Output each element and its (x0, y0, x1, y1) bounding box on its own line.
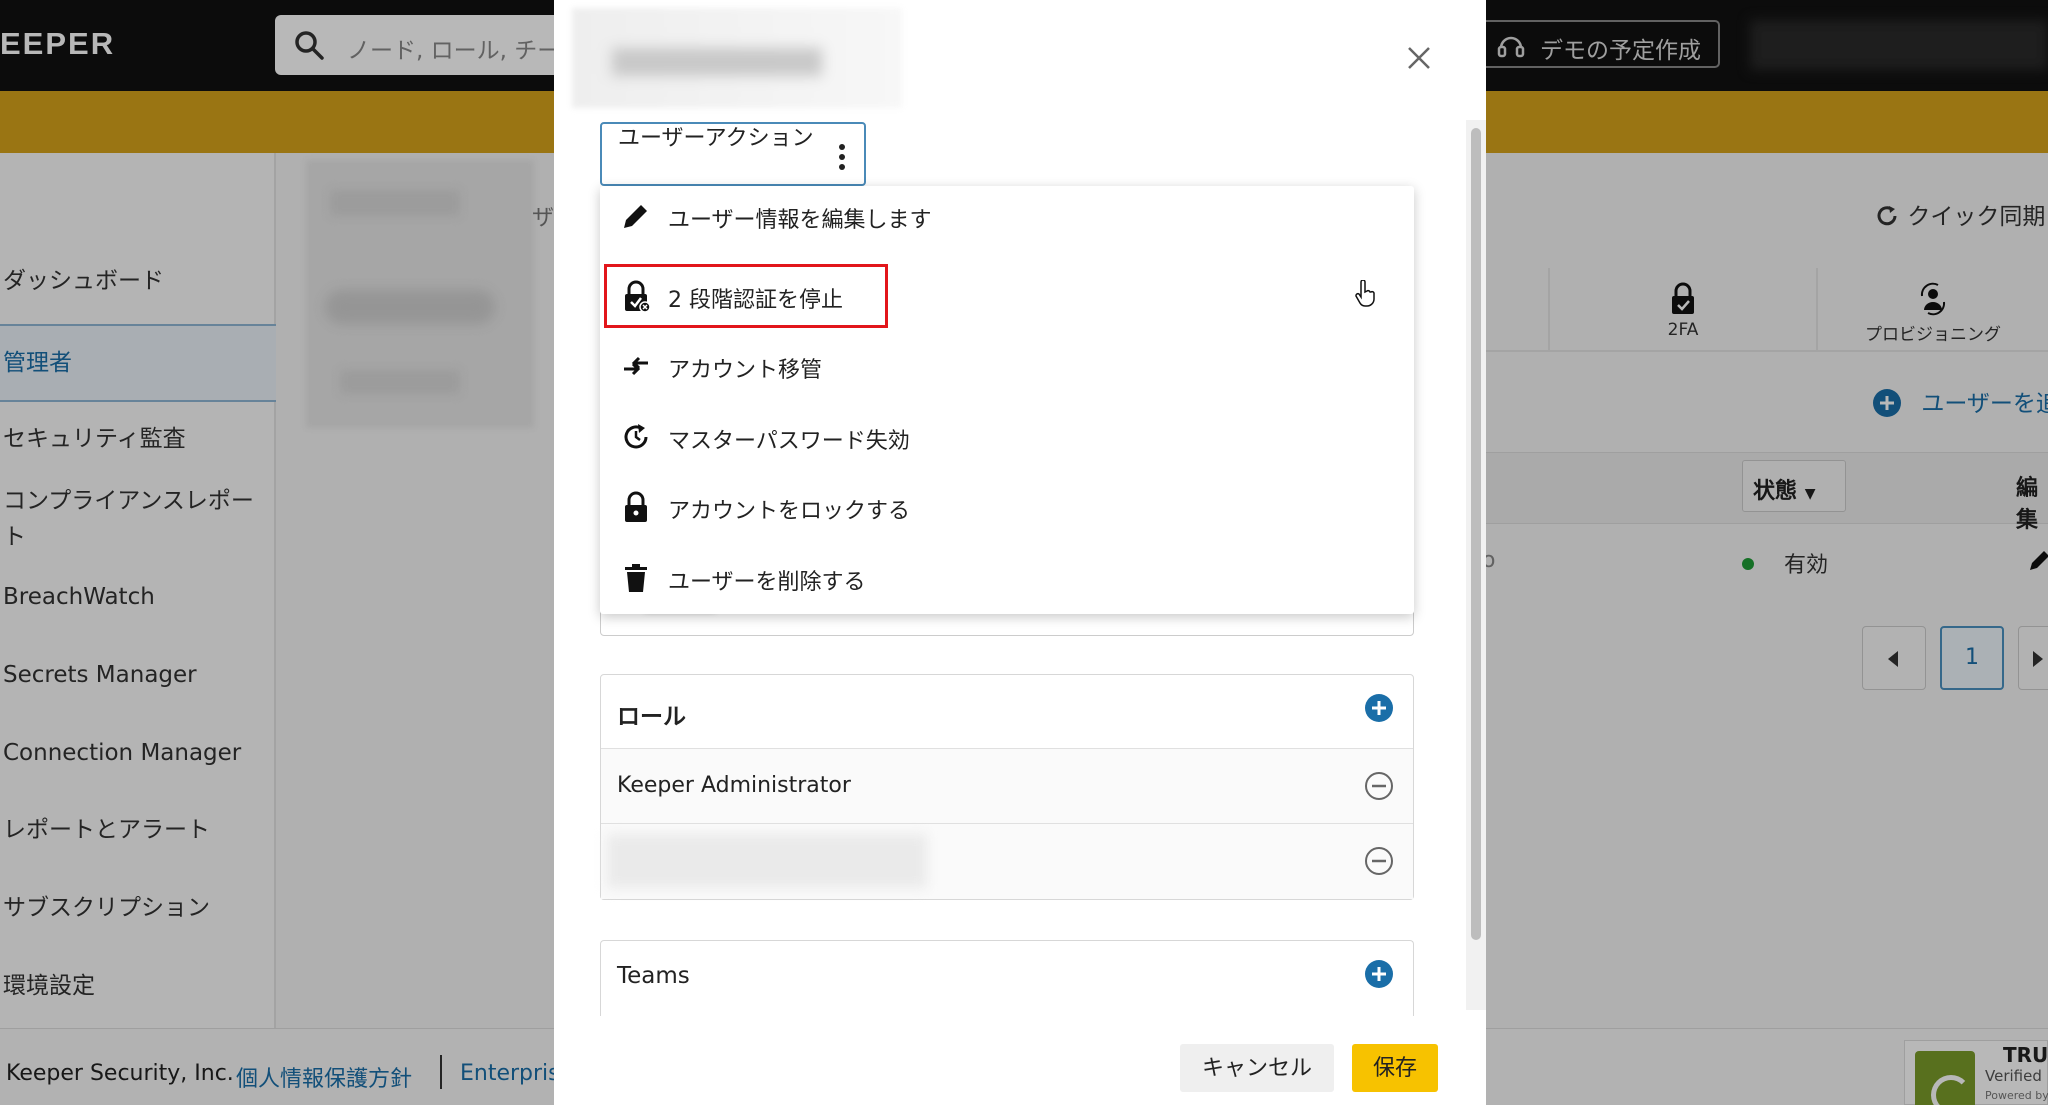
menu-item-label: アカウント移管 (668, 358, 823, 383)
highlight-box (604, 264, 888, 328)
roles-panel: ロール Keeper Administrator (600, 674, 1414, 900)
close-icon[interactable] (1401, 40, 1437, 76)
hand-cursor-icon (1355, 280, 1375, 307)
role-name: Keeper Administrator (617, 773, 851, 798)
menu-item-label: ユーザーを削除する (668, 570, 866, 595)
cancel-button[interactable]: キャンセル (1180, 1044, 1334, 1092)
user-actions-label: ユーザーアクション (618, 126, 814, 151)
menu-item-label: マスターパスワード失効 (668, 429, 910, 454)
trash-icon (625, 564, 647, 592)
menu-item-label: ユーザー情報を編集します (668, 208, 932, 233)
menu-item-account-transfer[interactable]: アカウント移管 (600, 338, 1414, 394)
teams-title: Teams (617, 963, 690, 989)
menu-item-expire-master-password[interactable]: マスターパスワード失効 (600, 409, 1414, 465)
pencil-icon (624, 205, 647, 228)
roles-title: ロール (617, 704, 686, 730)
expire-icon (624, 424, 648, 449)
modal-footer: キャンセル 保存 (554, 1016, 1486, 1105)
remove-role-icon[interactable] (1364, 771, 1394, 801)
menu-item-delete-user[interactable]: ユーザーを削除する (600, 550, 1414, 606)
save-button[interactable]: 保存 (1352, 1044, 1438, 1092)
kebab-menu-icon (839, 144, 845, 170)
role-row (601, 824, 1413, 899)
role-name-redacted (607, 834, 927, 888)
menu-item-label: アカウントをロックする (668, 499, 911, 524)
role-row: Keeper Administrator (601, 749, 1413, 824)
user-actions-button[interactable]: ユーザーアクション (600, 122, 866, 186)
menu-item-edit-user[interactable]: ユーザー情報を編集します (600, 188, 1414, 244)
lock-icon (625, 491, 647, 522)
transfer-icon (624, 356, 648, 376)
teams-panel: Teams (600, 940, 1414, 1016)
scrollbar-thumb[interactable] (1471, 128, 1481, 940)
teams-header: Teams (601, 941, 1413, 1015)
roles-header: ロール (601, 675, 1413, 749)
remove-role-icon[interactable] (1364, 846, 1394, 876)
menu-item-lock-account[interactable]: アカウントをロックする (600, 479, 1414, 535)
user-detail-modal: ユーザーアクション ロール Keeper Administrator Teams… (554, 0, 1486, 1105)
add-role-icon[interactable] (1364, 693, 1394, 723)
add-team-icon[interactable] (1364, 959, 1394, 989)
modal-scrollbar[interactable] (1466, 120, 1486, 1010)
user-actions-menu: ユーザー情報を編集します 2 段階認証を停止 アカウント移管 マスターパスワード… (600, 186, 1414, 614)
modal-title (572, 8, 902, 108)
